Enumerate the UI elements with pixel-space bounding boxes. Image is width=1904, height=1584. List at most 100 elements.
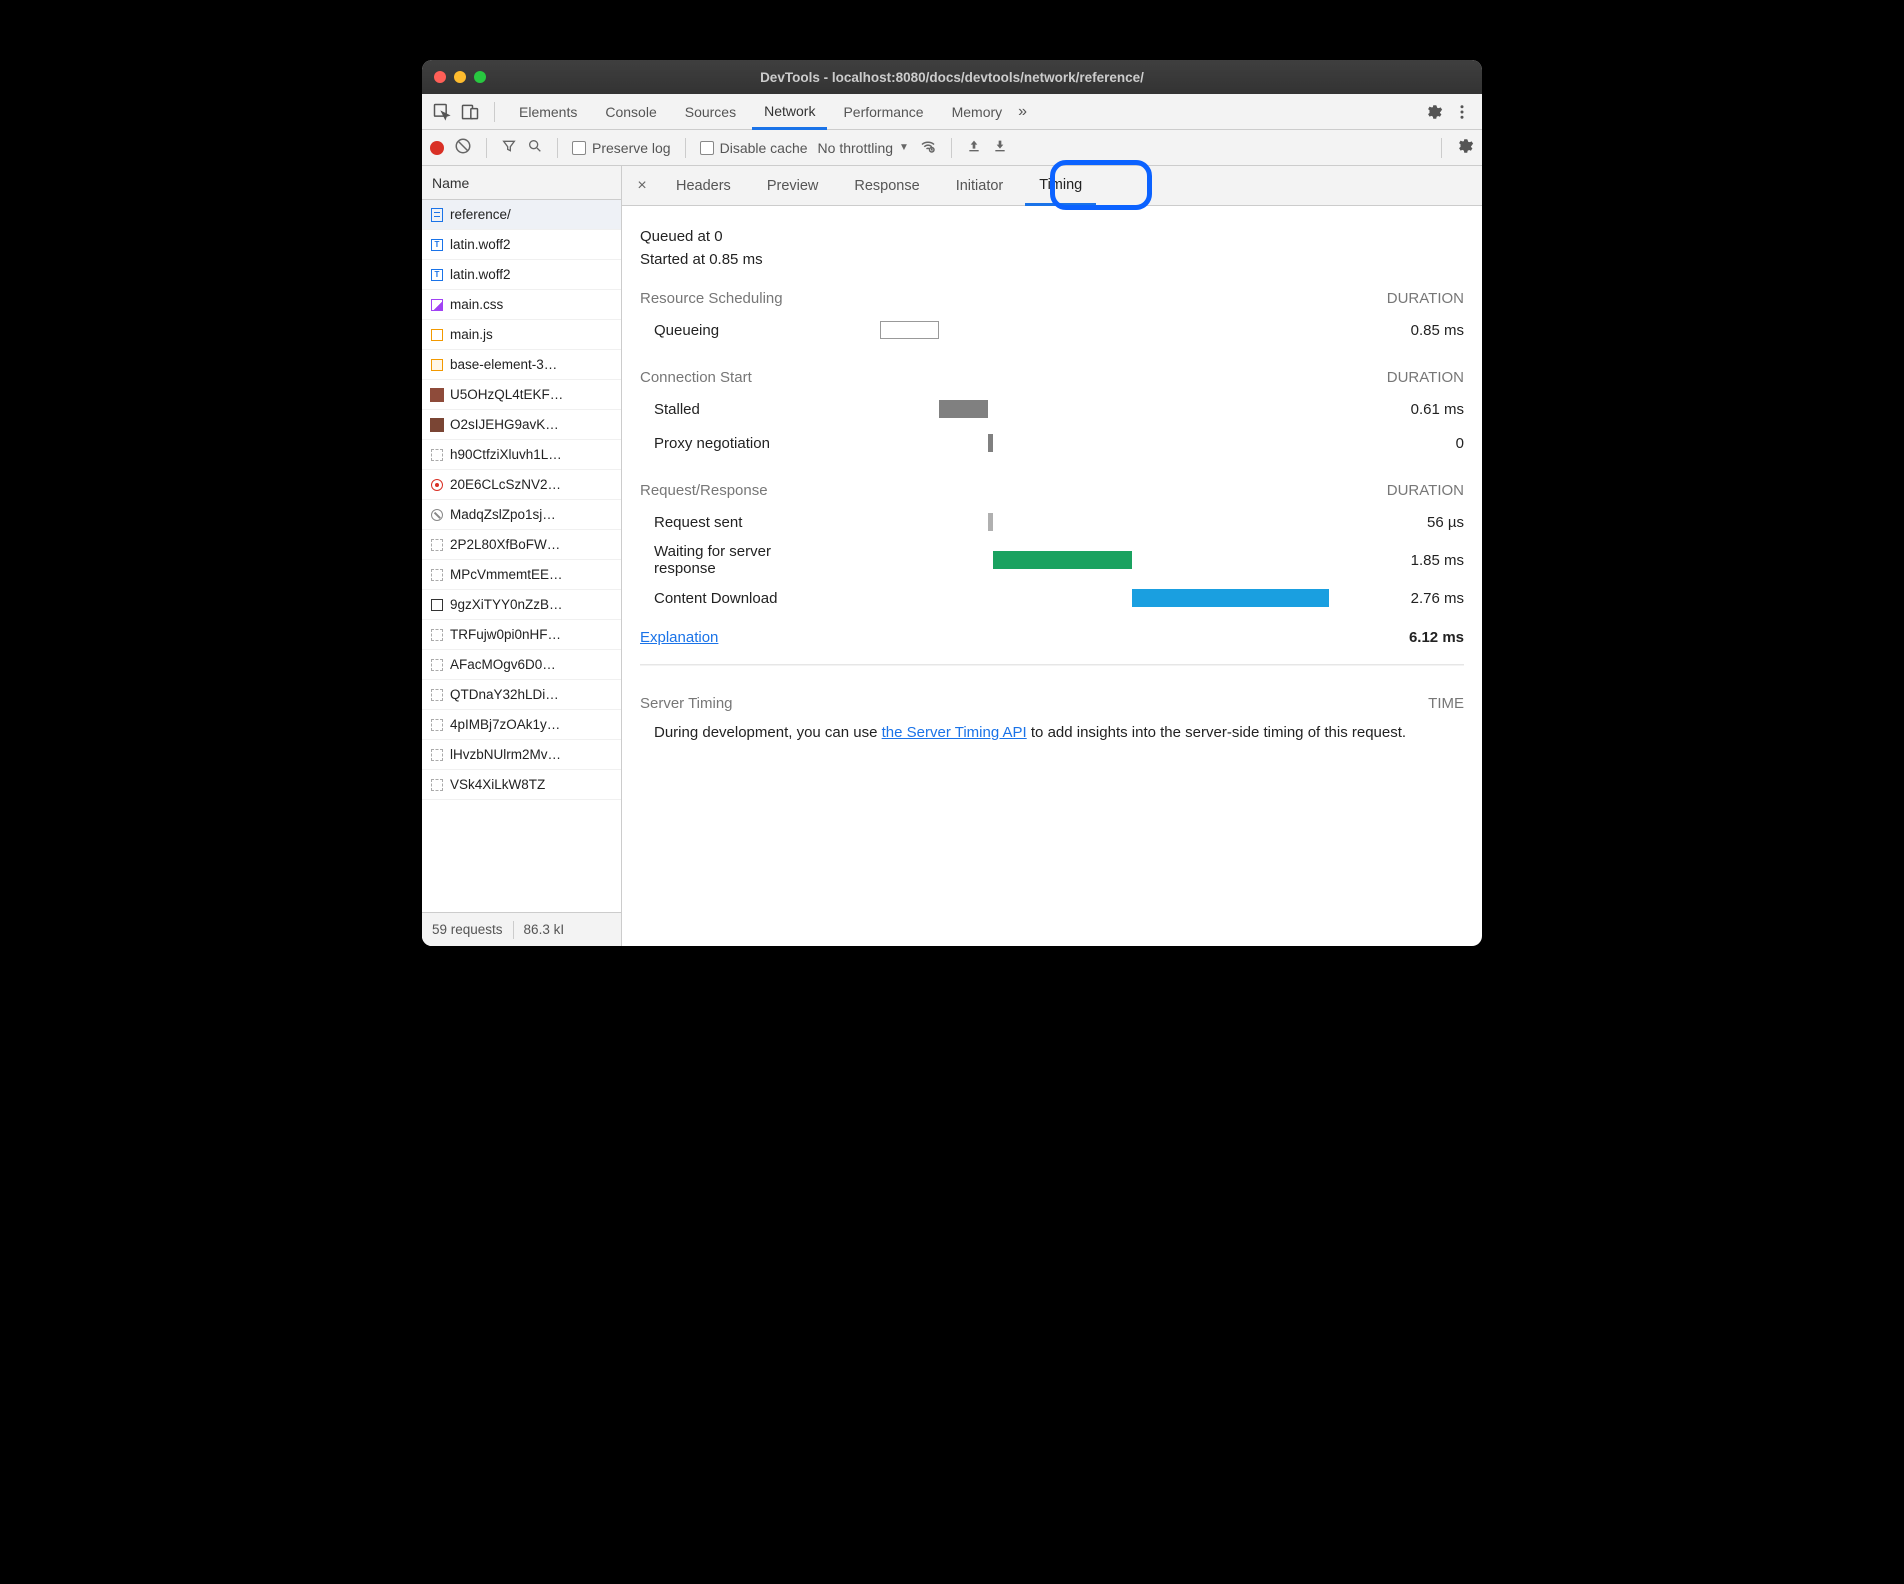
inspect-icon[interactable] bbox=[430, 100, 454, 124]
filter-icon[interactable] bbox=[501, 138, 517, 157]
separator bbox=[494, 102, 495, 122]
request-row[interactable]: reference/ bbox=[422, 200, 621, 230]
stalled-label: Stalled bbox=[640, 401, 850, 418]
transfer-size: 86.3 kI bbox=[524, 922, 565, 937]
window-title: DevTools - localhost:8080/docs/devtools/… bbox=[422, 70, 1482, 85]
panel-tab-strip: Elements Console Sources Network Perform… bbox=[422, 94, 1482, 130]
request-row[interactable]: MadqZslZpo1sj… bbox=[422, 500, 621, 530]
file-type-icon bbox=[430, 748, 444, 762]
request-row[interactable]: base-element-3… bbox=[422, 350, 621, 380]
tab-performance[interactable]: Performance bbox=[831, 94, 935, 130]
detail-tab-strip: × Headers Preview Response Initiator Tim… bbox=[622, 166, 1482, 206]
clear-icon[interactable] bbox=[454, 137, 472, 158]
file-type-icon bbox=[430, 358, 444, 372]
tab-console[interactable]: Console bbox=[593, 94, 668, 130]
request-row[interactable]: lHvzbNUlrm2Mv… bbox=[422, 740, 621, 770]
search-icon[interactable] bbox=[527, 138, 543, 157]
request-row[interactable]: main.css bbox=[422, 290, 621, 320]
file-type-icon bbox=[430, 778, 444, 792]
request-name: U5OHzQL4tEKF… bbox=[450, 387, 563, 402]
request-name: TRFujw0pi0nHF… bbox=[450, 627, 561, 642]
record-icon[interactable] bbox=[430, 141, 444, 155]
request-row[interactable]: VSk4XiLkW8TZ bbox=[422, 770, 621, 800]
file-type-icon: T bbox=[430, 268, 444, 282]
request-row[interactable]: Tlatin.woff2 bbox=[422, 230, 621, 260]
request-list[interactable]: reference/Tlatin.woff2Tlatin.woff2main.c… bbox=[422, 200, 621, 912]
duration-label: DURATION bbox=[1387, 482, 1464, 499]
request-row[interactable]: 2P2L80XfBoFW… bbox=[422, 530, 621, 560]
request-row[interactable]: O2sIJEHG9avK… bbox=[422, 410, 621, 440]
request-name: AFacMOgv6D0… bbox=[450, 657, 556, 672]
request-name: 4pIMBj7zOAk1y… bbox=[450, 717, 560, 732]
request-name: MPcVmmemtEE… bbox=[450, 567, 563, 582]
tab-elements[interactable]: Elements bbox=[507, 94, 589, 130]
device-toggle-icon[interactable] bbox=[458, 100, 482, 124]
request-name: h90CtfziXluvh1L… bbox=[450, 447, 562, 462]
tab-initiator[interactable]: Initiator bbox=[942, 166, 1018, 206]
request-count: 59 requests bbox=[432, 922, 503, 937]
server-timing-header: Server Timing bbox=[640, 695, 733, 712]
preserve-log-checkbox[interactable]: Preserve log bbox=[572, 140, 671, 156]
settings-gear-icon[interactable] bbox=[1422, 100, 1446, 124]
throttling-select[interactable]: No throttling ▼ bbox=[818, 140, 909, 156]
tab-headers[interactable]: Headers bbox=[662, 166, 745, 206]
request-row[interactable]: QTDnaY32hLDi… bbox=[422, 680, 621, 710]
request-row[interactable]: 9gzXiTYY0nZzB… bbox=[422, 590, 621, 620]
request-row[interactable]: 4pIMBj7zOAk1y… bbox=[422, 710, 621, 740]
request-row[interactable]: TRFujw0pi0nHF… bbox=[422, 620, 621, 650]
divider bbox=[640, 664, 1464, 665]
upload-har-icon[interactable] bbox=[966, 138, 982, 157]
request-name: QTDnaY32hLDi… bbox=[450, 687, 559, 702]
download-label: Content Download bbox=[640, 590, 850, 607]
request-row[interactable]: U5OHzQL4tEKF… bbox=[422, 380, 621, 410]
request-row[interactable]: h90CtfziXluvh1L… bbox=[422, 440, 621, 470]
tab-memory[interactable]: Memory bbox=[940, 94, 1015, 130]
request-row[interactable]: main.js bbox=[422, 320, 621, 350]
explanation-link[interactable]: Explanation bbox=[640, 629, 718, 646]
sidebar-header[interactable]: Name bbox=[422, 166, 621, 200]
tab-sources[interactable]: Sources bbox=[673, 94, 748, 130]
stalled-value: 0.61 ms bbox=[1344, 401, 1464, 418]
waiting-label: Waiting for server response bbox=[640, 543, 850, 578]
request-name: O2sIJEHG9avK… bbox=[450, 417, 559, 432]
checkbox-icon bbox=[700, 141, 714, 155]
tab-timing[interactable]: Timing bbox=[1025, 166, 1096, 206]
row-proxy: Proxy negotiation 0 bbox=[640, 426, 1464, 460]
download-value: 2.76 ms bbox=[1344, 590, 1464, 607]
waiting-bar bbox=[993, 551, 1131, 569]
network-settings-gear-icon[interactable] bbox=[1456, 137, 1474, 158]
tab-response[interactable]: Response bbox=[840, 166, 933, 206]
close-detail-icon[interactable]: × bbox=[630, 177, 654, 195]
more-tabs-icon[interactable]: » bbox=[1018, 103, 1027, 121]
tab-preview[interactable]: Preview bbox=[753, 166, 833, 206]
file-type-icon bbox=[430, 328, 444, 342]
request-row[interactable]: MPcVmmemtEE… bbox=[422, 560, 621, 590]
sent-label: Request sent bbox=[640, 514, 850, 531]
network-conditions-icon[interactable] bbox=[919, 137, 937, 158]
main-split: Name reference/Tlatin.woff2Tlatin.woff2m… bbox=[422, 166, 1482, 946]
server-timing-api-link[interactable]: the Server Timing API bbox=[882, 724, 1027, 741]
request-row[interactable]: Tlatin.woff2 bbox=[422, 260, 621, 290]
file-type-icon bbox=[430, 478, 444, 492]
request-name: 20E6CLcSzNV2… bbox=[450, 477, 561, 492]
sent-value: 56 µs bbox=[1344, 514, 1464, 531]
request-name: latin.woff2 bbox=[450, 267, 511, 282]
request-row[interactable]: 20E6CLcSzNV2… bbox=[422, 470, 621, 500]
kebab-menu-icon[interactable] bbox=[1450, 100, 1474, 124]
file-type-icon bbox=[430, 508, 444, 522]
started-at: Started at 0.85 ms bbox=[640, 251, 1464, 268]
tab-network[interactable]: Network bbox=[752, 94, 827, 130]
request-row[interactable]: AFacMOgv6D0… bbox=[422, 650, 621, 680]
proxy-value: 0 bbox=[1344, 435, 1464, 452]
row-request-sent: Request sent 56 µs bbox=[640, 505, 1464, 539]
request-name: lHvzbNUlrm2Mv… bbox=[450, 747, 561, 762]
chevron-down-icon: ▼ bbox=[899, 142, 909, 153]
request-name: latin.woff2 bbox=[450, 237, 511, 252]
file-type-icon: T bbox=[430, 238, 444, 252]
file-type-icon bbox=[430, 718, 444, 732]
download-har-icon[interactable] bbox=[992, 138, 1008, 157]
disable-cache-checkbox[interactable]: Disable cache bbox=[700, 140, 808, 156]
proxy-bar bbox=[988, 434, 993, 452]
file-type-icon bbox=[430, 568, 444, 582]
file-type-icon bbox=[430, 538, 444, 552]
